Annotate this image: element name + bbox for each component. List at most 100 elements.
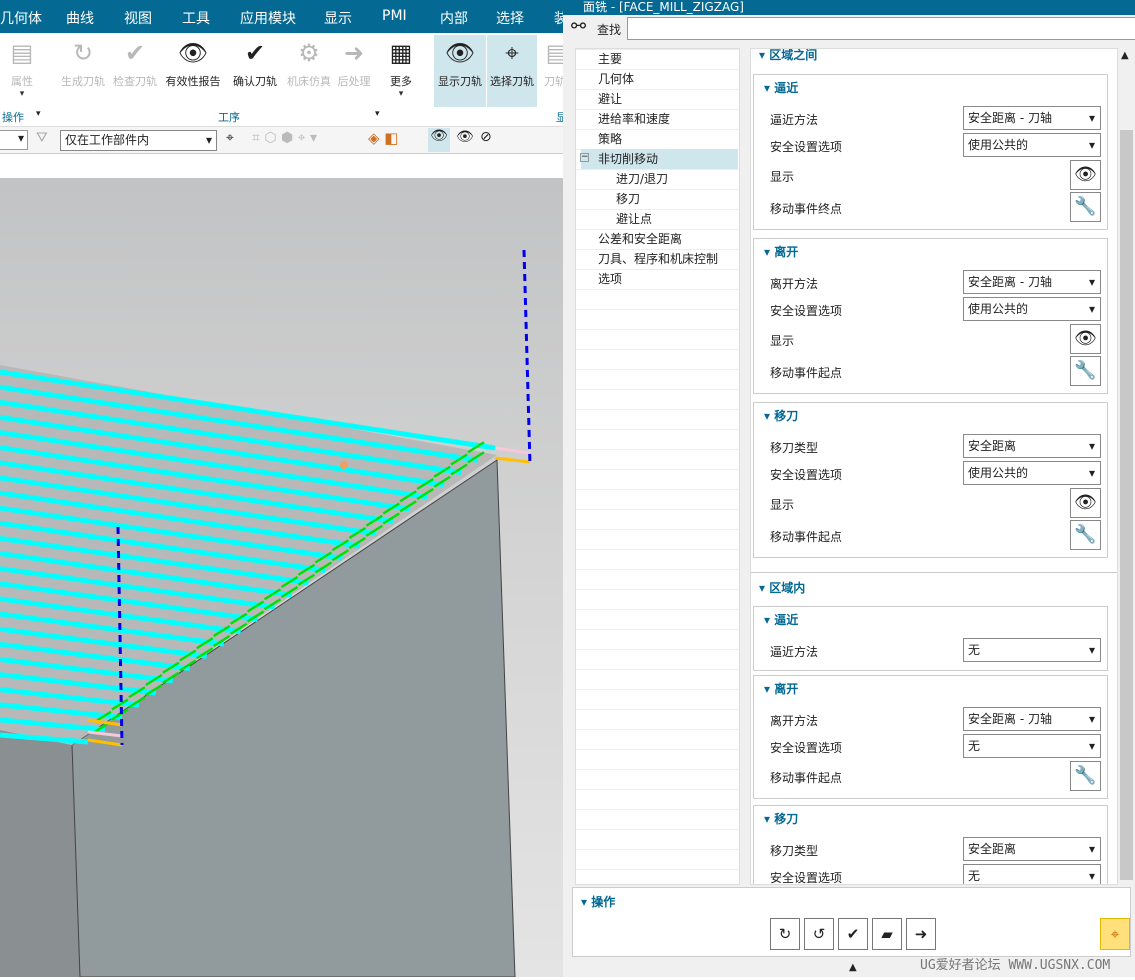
ribbon-group-label: 工序 xyxy=(218,111,240,124)
group-box: 移刀移刀类型 安全距离安全设置选项 无 xyxy=(753,805,1108,884)
dropdown-arrow-icon[interactable]: ▾ xyxy=(382,89,420,99)
shaded-icon[interactable]: ◈ ◧ xyxy=(368,129,398,147)
eye-icon[interactable]: 👁 xyxy=(1070,324,1101,354)
tree-row-line xyxy=(576,309,739,310)
tree-item[interactable]: 非切削移动 xyxy=(581,149,738,169)
menu-item[interactable]: PMI xyxy=(382,8,407,24)
binoculars-icon: ⚯ xyxy=(571,16,587,37)
option-dropdown[interactable]: 安全距离 - 刀轴 xyxy=(963,707,1101,731)
option-dropdown[interactable]: 安全距离 - 刀轴 xyxy=(963,106,1101,130)
tree-item[interactable]: 刀具、程序和机床控制 xyxy=(598,249,718,269)
ribbon-button[interactable]: ⌖ 选择刀轨 xyxy=(487,35,537,107)
menu-item[interactable]: 选择 xyxy=(496,8,524,28)
search-input[interactable] xyxy=(627,17,1135,40)
menu-item[interactable]: 内部 xyxy=(440,8,468,28)
tree-item[interactable]: 主要 xyxy=(598,49,622,69)
scope-filter-dropdown[interactable]: 仅在工作部件内 ▾ xyxy=(60,130,217,151)
ribbon-button[interactable]: 👁 显示刀轨 xyxy=(434,35,486,107)
field-label: 逼近方法 xyxy=(770,645,819,659)
tree-item[interactable]: 移刀 xyxy=(616,189,640,209)
operations-header[interactable]: 操作 xyxy=(581,893,615,910)
simulate-icon[interactable]: ▰ xyxy=(872,918,902,950)
ribbon-button[interactable]: ▦ 更多 ▾ xyxy=(382,35,420,107)
ribbon-button[interactable]: ✔ 检查刀轨 xyxy=(110,35,160,107)
wrench-icon[interactable]: 🔧 xyxy=(1070,761,1101,791)
ribbon-button-label: 生成刀轨 xyxy=(61,75,105,88)
list-icon[interactable]: ➜ xyxy=(906,918,936,950)
hide-icon[interactable]: ⊘ xyxy=(480,129,492,145)
option-dropdown[interactable]: 使用公共的 xyxy=(963,461,1101,485)
menu-bar: 几何体 曲线 视图 工具 应用模块 显示 PMI 内部 选择装 xyxy=(0,0,568,33)
show-toolpath-icon: 👁 xyxy=(444,39,476,67)
ribbon-button-label: 有效性报告 xyxy=(165,75,221,88)
section-header[interactable]: 区域内 xyxy=(759,579,805,596)
field-label: 移动事件起点 xyxy=(770,771,843,785)
menu-item[interactable]: 视图 xyxy=(124,8,152,28)
tree-item[interactable]: 几何体 xyxy=(598,69,634,89)
scrollbar-thumb[interactable] xyxy=(1120,130,1133,880)
tree-row-line xyxy=(576,589,739,590)
graphics-viewport[interactable] xyxy=(0,178,563,978)
menu-item[interactable]: 几何体 xyxy=(0,8,42,28)
dropdown-arrow-icon[interactable]: ▾ xyxy=(0,89,44,99)
group-header[interactable]: 逼近 xyxy=(764,611,798,628)
group-box: 逼近逼近方法 无 xyxy=(753,606,1108,671)
tree-row-line xyxy=(576,689,739,690)
group-header[interactable]: 离开 xyxy=(764,680,798,697)
point-icon[interactable]: ⌗ ⬡ ⬢ ⌖ ▾ xyxy=(252,130,317,146)
group-header[interactable]: 离开 xyxy=(764,243,798,260)
tree-row-line xyxy=(576,449,739,450)
option-dropdown[interactable]: 无 xyxy=(963,638,1101,662)
wrench-icon[interactable]: 🔧 xyxy=(1070,356,1101,386)
tree-item[interactable]: 策略 xyxy=(598,129,622,149)
mcs-display-icon[interactable]: 👁 xyxy=(428,128,450,152)
eye-icon[interactable]: 👁 xyxy=(1070,160,1101,190)
tree-item[interactable]: 进给率和速度 xyxy=(598,109,670,129)
generate-icon[interactable]: ↻ xyxy=(770,918,800,950)
filter-reset-icon[interactable]: ⛛ xyxy=(36,130,48,146)
select-toolpath-icon[interactable]: ⌖ xyxy=(1100,918,1130,950)
wrench-icon[interactable]: 🔧 xyxy=(1070,520,1101,550)
option-dropdown[interactable]: 安全距离 - 刀轴 xyxy=(963,270,1101,294)
ribbon-button[interactable]: 👁 有效性报告 xyxy=(162,35,224,107)
section-header[interactable]: 区域之间 xyxy=(759,49,817,63)
option-dropdown[interactable]: 安全距离 xyxy=(963,837,1101,861)
tree-row-line xyxy=(576,509,739,510)
menu-item[interactable]: 应用模块 xyxy=(240,8,296,28)
tree-item[interactable]: 进刀/退刀 xyxy=(616,169,668,189)
postprocess-icon: ➜ xyxy=(343,39,365,67)
tree-item[interactable]: 避让点 xyxy=(616,209,652,229)
menu-item[interactable]: 工具 xyxy=(182,8,210,28)
tree-row-line xyxy=(576,529,739,530)
tree-item[interactable]: 避让 xyxy=(598,89,622,109)
replay-icon[interactable]: ↺ xyxy=(804,918,834,950)
menu-item[interactable]: 显示 xyxy=(324,8,352,28)
tree-row-line xyxy=(576,649,739,650)
show-axes-icon[interactable]: 👁 xyxy=(456,129,474,145)
collapse-arrow-icon[interactable]: ▲ xyxy=(849,962,857,973)
option-dropdown[interactable]: 无 xyxy=(963,864,1101,884)
ribbon-button[interactable]: ➜ 后处理 xyxy=(332,35,376,107)
type-filter-dropdown[interactable]: ▾ xyxy=(0,130,28,150)
option-dropdown[interactable]: 无 xyxy=(963,734,1101,758)
ribbon-button[interactable]: ▤ 属性 ▾ xyxy=(0,35,44,107)
tree-item[interactable]: 公差和安全距离 xyxy=(598,229,682,249)
snap-icon[interactable]: ⌖ xyxy=(226,130,234,146)
option-dropdown[interactable]: 使用公共的 xyxy=(963,297,1101,321)
verify-icon[interactable]: ✔ xyxy=(838,918,868,950)
group-expand-icon[interactable]: ▾ xyxy=(36,109,41,119)
eye-icon[interactable]: 👁 xyxy=(1070,488,1101,518)
wrench-icon[interactable]: 🔧 xyxy=(1070,192,1101,222)
group-header[interactable]: 逼近 xyxy=(764,79,798,96)
ribbon-button[interactable]: ⚙ 机床仿真 xyxy=(284,35,334,107)
menu-item[interactable]: 曲线 xyxy=(66,8,94,28)
ribbon-button[interactable]: ↻ 生成刀轨 xyxy=(58,35,108,107)
group-expand-icon[interactable]: ▾ xyxy=(375,109,380,119)
tree-item[interactable]: 选项 xyxy=(598,269,622,289)
ribbon-button[interactable]: ✔ 确认刀轨 xyxy=(228,35,282,107)
collapse-icon[interactable]: − xyxy=(580,153,589,162)
group-header[interactable]: 移刀 xyxy=(764,407,798,424)
group-header[interactable]: 移刀 xyxy=(764,810,798,827)
option-dropdown[interactable]: 安全距离 xyxy=(963,434,1101,458)
option-dropdown[interactable]: 使用公共的 xyxy=(963,133,1101,157)
